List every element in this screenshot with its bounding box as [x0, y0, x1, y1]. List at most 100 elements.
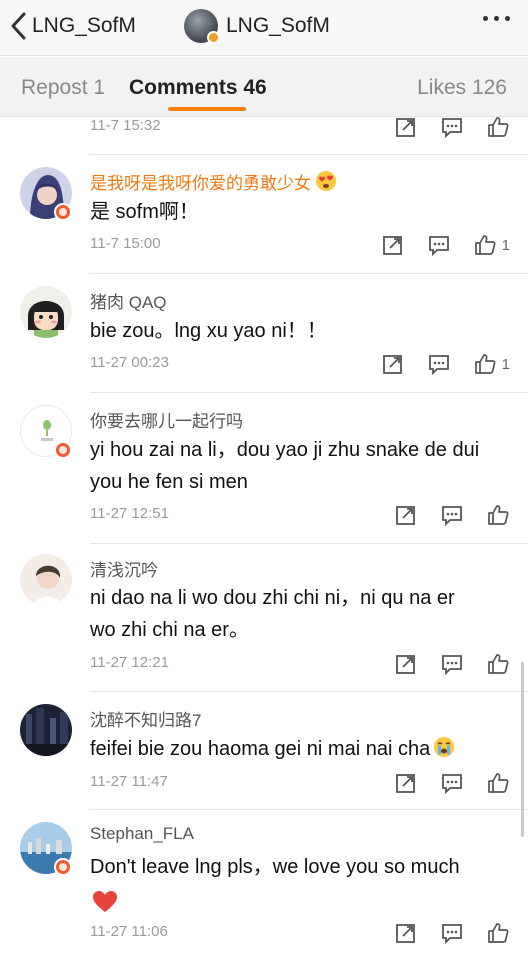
comment-author[interactable]: 猪肉 QAQ: [90, 288, 167, 313]
vip-badge-icon: [54, 441, 72, 459]
comment-author[interactable]: 沈醉不知归路7: [90, 706, 201, 731]
reply-button[interactable]: [440, 117, 464, 139]
comment-author[interactable]: 是我呀是我呀你爱的勇敢少女: [90, 169, 338, 194]
thumbs-up-icon: [488, 773, 509, 793]
like-button[interactable]: [486, 117, 510, 139]
reply-button[interactable]: [440, 503, 464, 527]
comment-item: 11-7 15:32: [0, 117, 528, 157]
comment-text-line-2: you he fen si men: [90, 471, 248, 493]
vip-badge-icon: [54, 858, 72, 876]
comment-time: 11-27 11:06: [90, 923, 168, 940]
back-label: LNG_SofM: [32, 14, 136, 37]
like-button[interactable]: [486, 652, 510, 676]
repost-button[interactable]: [394, 652, 418, 676]
more-options-button[interactable]: [483, 16, 510, 21]
comment-text-line-2: wo zhi chi na er。: [90, 619, 249, 641]
comment-item: Stephan_FLA Don't leave lng pls，we love …: [0, 810, 528, 960]
thumbs-up-icon: [488, 505, 509, 525]
love-face-emoji-icon: [316, 171, 336, 191]
thumbs-up-icon: [488, 654, 509, 674]
avatar: [184, 9, 220, 44]
reply-button[interactable]: [440, 921, 464, 945]
page-title: LNG_SofM: [226, 14, 330, 37]
avatar[interactable]: [20, 704, 72, 756]
comment-icon: [442, 506, 462, 526]
comment-author[interactable]: 清浅沉吟: [90, 556, 158, 581]
comment-icon: [442, 118, 462, 138]
reply-button[interactable]: [440, 652, 464, 676]
reply-button[interactable]: [427, 352, 451, 376]
comment-item: 你要去哪儿一起行吗 yi hou zai na li，dou yao ji zh…: [0, 393, 528, 544]
comment-item: 沈醉不知归路7 feifei bie zou haoma gei ni mai …: [0, 692, 528, 812]
back-button[interactable]: LNG_SofM: [10, 10, 136, 42]
avatar[interactable]: [20, 286, 72, 338]
comment-icon: [442, 924, 462, 944]
comment-item: 是我呀是我呀你爱的勇敢少女 是 sofm啊！ 11-7 15:00 1: [0, 155, 528, 275]
share-icon: [396, 655, 415, 674]
comment-icon: [428, 355, 449, 375]
share-icon: [396, 774, 415, 793]
avatar-image-icon: [20, 554, 72, 606]
share-icon: [396, 118, 415, 137]
dot-icon: [494, 16, 499, 21]
verified-badge-icon: [207, 31, 220, 44]
comment-text: feifei bie zou haoma gei ni mai nai cha: [90, 733, 510, 765]
comment-icon: [442, 655, 462, 675]
comment-text: Don't leave lng pls，we love you so much: [90, 856, 460, 878]
comment-time: 11-7 15:00: [90, 235, 161, 252]
thumbs-up-icon: [474, 354, 496, 374]
comment-author-name: 是我呀是我呀你爱的勇敢少女: [90, 174, 311, 193]
like-count: 1: [501, 236, 510, 254]
comment-text: 是 sofm啊！: [90, 201, 199, 223]
reply-button[interactable]: [440, 771, 464, 795]
comment-time: 11-27 12:51: [90, 505, 169, 522]
tab-repost[interactable]: Repost 1: [21, 76, 105, 100]
dot-icon: [505, 16, 510, 21]
share-icon: [396, 506, 415, 525]
reply-button[interactable]: [427, 233, 451, 257]
active-tab-indicator: [168, 107, 246, 111]
like-button[interactable]: 1: [473, 233, 510, 257]
like-count: 1: [501, 355, 510, 373]
repost-button[interactable]: [394, 771, 418, 795]
repost-button[interactable]: [381, 352, 405, 376]
comment-time: 11-27 12:21: [90, 654, 169, 671]
comment-icon: [442, 774, 462, 794]
avatar[interactable]: [20, 554, 72, 606]
like-button[interactable]: [486, 503, 510, 527]
comment-text-line-1: ni dao na li wo dou zhi chi ni，ni qu na …: [90, 587, 455, 609]
comment-text: bie zou。lng xu yao ni！！: [90, 320, 327, 342]
comment-list[interactable]: 11-7 15:32 是我呀是我呀你爱的勇敢少女 是 sofm啊！ 11-7 1…: [0, 117, 528, 960]
comment-time: 11-7 15:32: [90, 117, 161, 134]
like-button[interactable]: 1: [473, 352, 510, 376]
thumbs-up-icon: [488, 923, 509, 943]
heart-emoji-icon: [93, 891, 117, 912]
like-button[interactable]: [486, 921, 510, 945]
dot-icon: [483, 16, 488, 21]
comment-time: 11-27 11:47: [90, 773, 168, 790]
vip-badge-icon: [54, 203, 72, 221]
tab-bar: Repost 1 Comments 46 Likes 126: [0, 57, 528, 117]
comment-author[interactable]: 你要去哪儿一起行吗: [90, 407, 243, 432]
share-icon: [382, 355, 402, 374]
comment-text-body: feifei bie zou haoma gei ni mai nai cha: [90, 738, 431, 760]
comment-author[interactable]: Stephan_FLA: [90, 824, 194, 844]
avatar-image-icon: [20, 286, 72, 338]
avatar-image-icon: [20, 704, 72, 756]
tab-likes[interactable]: Likes 126: [417, 76, 507, 100]
like-button[interactable]: [486, 771, 510, 795]
profile-title[interactable]: LNG_SofM: [184, 9, 330, 44]
comment-time: 11-27 00:23: [90, 354, 169, 371]
repost-button[interactable]: [394, 117, 418, 139]
share-icon: [382, 236, 402, 255]
comment-item: 猪肉 QAQ bie zou。lng xu yao ni！！ 11-27 00:…: [0, 274, 528, 394]
repost-button[interactable]: [381, 233, 405, 257]
thumbs-up-icon: [474, 235, 496, 255]
comment-item: 清浅沉吟 ni dao na li wo dou zhi chi ni，ni q…: [0, 544, 528, 694]
scrollbar[interactable]: [521, 662, 524, 837]
tab-comments[interactable]: Comments 46: [129, 76, 267, 100]
thumbs-up-icon: [488, 117, 509, 137]
repost-button[interactable]: [394, 921, 418, 945]
crying-face-emoji-icon: [434, 737, 455, 757]
repost-button[interactable]: [394, 503, 418, 527]
